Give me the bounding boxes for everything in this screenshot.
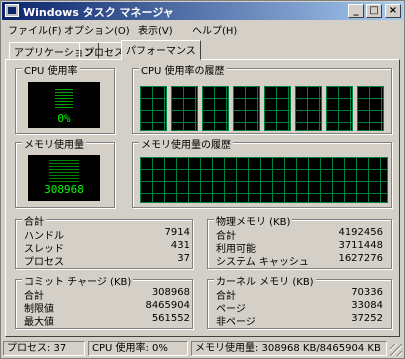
kernel-memory-row: 非ページ 37252: [216, 313, 383, 328]
resize-grip[interactable]: [390, 344, 402, 356]
cpu-history-label: CPU 使用率の履歴: [139, 62, 227, 77]
kernel-memory-label: カーネル メモリ (KB): [214, 273, 316, 288]
memory-usage-meter: 308968: [28, 155, 100, 201]
stat-value: 431: [170, 240, 190, 251]
status-processes: プロセス: 37: [3, 341, 85, 356]
stat-value: 33084: [351, 300, 383, 311]
status-cpu-usage: CPU 使用率: 0%: [88, 341, 188, 356]
maximize-button[interactable]: □: [366, 4, 382, 18]
cpu-history-pane: [202, 86, 229, 131]
stat-label: 非ページ: [216, 317, 256, 328]
cpu-history-pane: [233, 86, 260, 131]
commit-charge-label: コミット チャージ (KB): [22, 273, 134, 288]
cpu-usage-bar: [55, 89, 73, 109]
minimize-button[interactable]: _: [348, 4, 364, 18]
totals-label: 合計: [22, 213, 46, 228]
totals-row: ハンドル 7914: [24, 227, 190, 242]
stat-label: 最大値: [24, 317, 54, 328]
menu-options[interactable]: オプション(O): [64, 22, 130, 37]
menu-file[interactable]: ファイル(F): [8, 22, 62, 37]
window-title: Windows タスク マネージャ: [23, 6, 174, 19]
commit-charge-row: 制限値 8465904: [24, 300, 190, 315]
memory-history-group: メモリ使用量の履歴: [132, 136, 392, 208]
memory-history-label: メモリ使用量の履歴: [139, 136, 233, 151]
physical-memory-label: 物理メモリ (KB): [214, 213, 293, 228]
physical-memory-row: システム キャッシュ 1627276: [216, 253, 383, 268]
kernel-memory-row: ページ 33084: [216, 300, 383, 315]
cpu-usage-meter: 0%: [28, 82, 100, 128]
memory-usage-value: 308968: [44, 183, 84, 196]
memory-usage-group: メモリ使用量 308968: [15, 136, 115, 208]
stat-value: 4192456: [338, 227, 383, 238]
physical-memory-group: 物理メモリ (KB) 合計 4192456 利用可能 3711448 システム キャ…: [207, 213, 392, 269]
cpu-history-pane: [140, 86, 167, 131]
totals-row: プロセス 37: [24, 253, 190, 268]
performance-panel: CPU 使用率 0% CPU 使用率の履歴 メモリ使用量 308968 メモリ使…: [5, 59, 400, 337]
menu-view[interactable]: 表示(V): [138, 22, 173, 37]
tab-strip: アプリケーション プロセス パフォーマンス: [5, 40, 401, 60]
stat-value: 561552: [151, 313, 190, 324]
close-button[interactable]: ×: [385, 4, 401, 18]
stat-value: 7914: [164, 227, 190, 238]
memory-usage-label: メモリ使用量: [22, 136, 86, 151]
cpu-history-pane: [171, 86, 198, 131]
status-bar: プロセス: 37 CPU 使用率: 0% メモリ使用量: 308968 KB/8…: [2, 340, 403, 358]
cpu-usage-group: CPU 使用率 0%: [15, 62, 115, 134]
cpu-usage-label: CPU 使用率: [22, 62, 80, 77]
stat-value: 70336: [351, 287, 383, 298]
task-manager-window: Windows タスク マネージャ _ □ × ファイル(F) オプション(O)…: [0, 0, 405, 359]
title-bar[interactable]: Windows タスク マネージャ _ □ ×: [2, 2, 403, 20]
commit-charge-row: 最大値 561552: [24, 313, 190, 328]
cpu-history-pane: [264, 86, 291, 131]
physical-memory-row: 利用可能 3711448: [216, 240, 383, 255]
kernel-memory-row: 合計 70336: [216, 287, 383, 302]
stat-value: 37: [177, 253, 190, 264]
memory-history-graph: [140, 157, 388, 203]
cpu-history-pane: [357, 86, 384, 131]
kernel-memory-group: カーネル メモリ (KB) 合計 70336 ページ 33084 非ページ 37252: [207, 273, 392, 329]
commit-charge-group: コミット チャージ (KB) 合計 308968 制限値 8465904 最大値 56…: [15, 273, 193, 329]
menu-bar: ファイル(F) オプション(O) 表示(V) ヘルプ(H): [2, 20, 403, 37]
cpu-history-graphs: [140, 86, 388, 131]
memory-usage-bar: [49, 160, 79, 182]
menu-help[interactable]: ヘルプ(H): [192, 22, 237, 37]
stat-value: 3711448: [338, 240, 383, 251]
totals-row: スレッド 431: [24, 240, 190, 255]
status-memory-usage: メモリ使用量: 308968 KB/8465904 KB: [191, 341, 387, 356]
task-manager-icon[interactable]: [5, 4, 19, 17]
cpu-history-pane: [295, 86, 322, 131]
stat-label: システム キャッシュ: [216, 257, 309, 268]
cpu-history-pane: [326, 86, 353, 131]
tab-performance[interactable]: パフォーマンス: [121, 40, 201, 60]
cpu-usage-value: 0%: [57, 112, 71, 125]
physical-memory-row: 合計 4192456: [216, 227, 383, 242]
stat-label: プロセス: [24, 257, 64, 268]
totals-group: 合計 ハンドル 7914 スレッド 431 プロセス 37: [15, 213, 193, 269]
cpu-history-group: CPU 使用率の履歴: [132, 62, 392, 134]
stat-value: 37252: [351, 313, 383, 324]
stat-value: 8465904: [145, 300, 190, 311]
stat-value: 308968: [151, 287, 190, 298]
commit-charge-row: 合計 308968: [24, 287, 190, 302]
stat-value: 1627276: [338, 253, 383, 264]
